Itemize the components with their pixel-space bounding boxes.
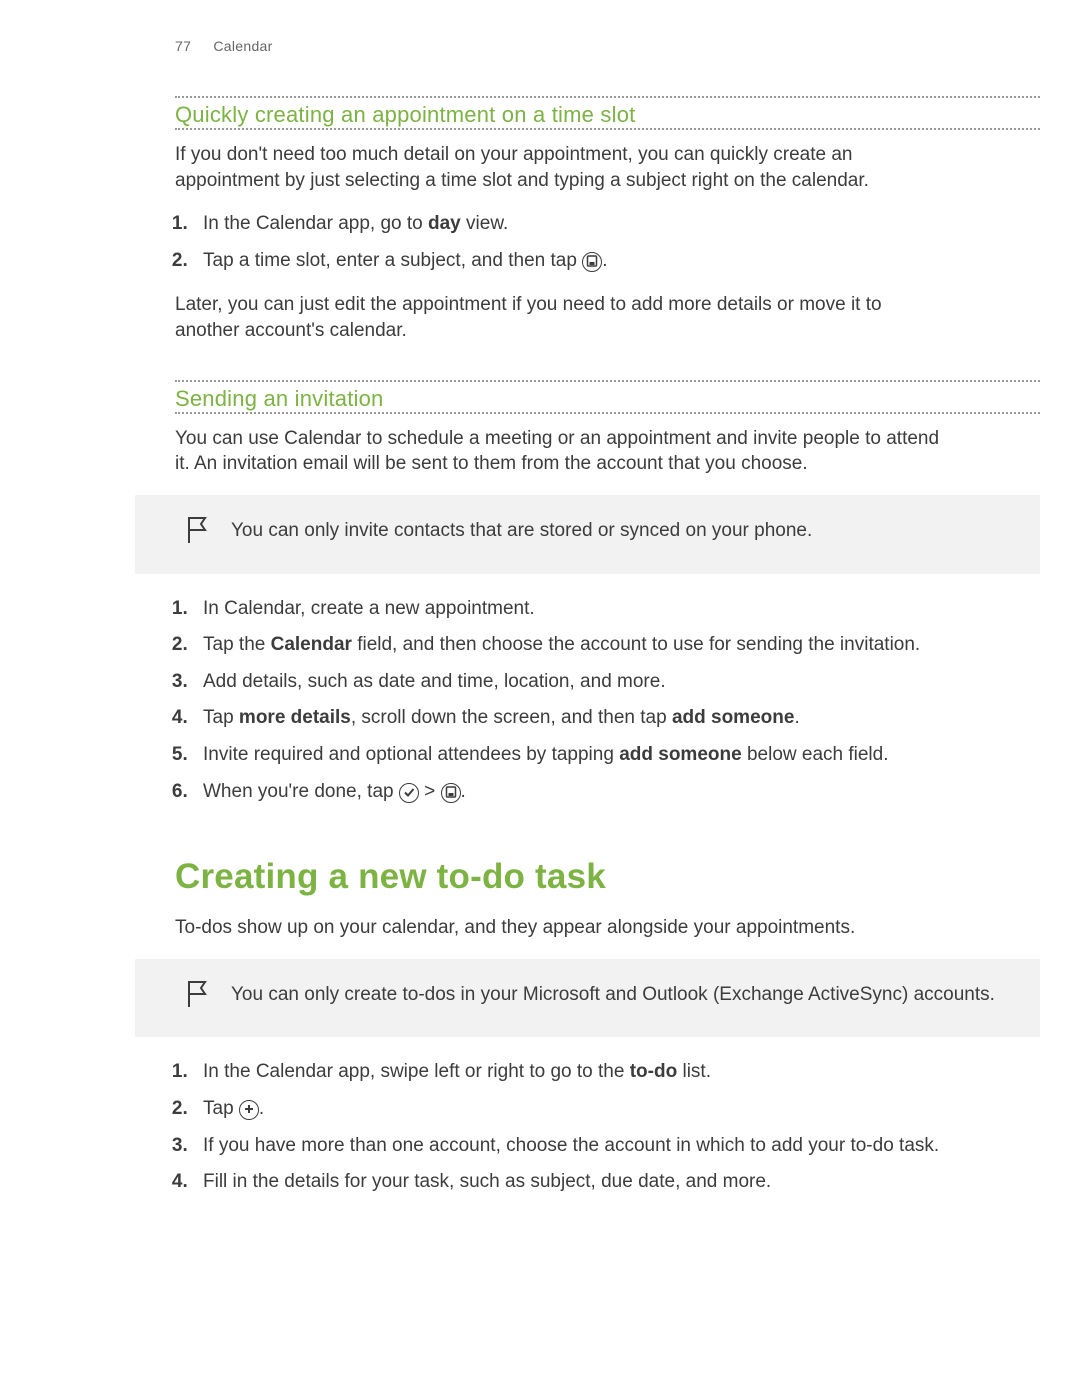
plus-icon bbox=[239, 1100, 259, 1120]
header-section-label: Calendar bbox=[213, 38, 272, 54]
section3-intro: To-dos show up on your calendar, and the… bbox=[175, 915, 945, 941]
list-item: Tap . bbox=[193, 1096, 945, 1123]
note-box: You can only create to-dos in your Micro… bbox=[135, 959, 1040, 1038]
step-text: In the Calendar app, go to bbox=[203, 213, 428, 234]
step-text: , scroll down the screen, and then tap bbox=[351, 707, 672, 728]
flag-icon bbox=[185, 979, 211, 1018]
save-icon bbox=[582, 252, 602, 272]
list-item: Tap more details, scroll down the screen… bbox=[193, 705, 945, 732]
step-text: > bbox=[419, 781, 441, 802]
step-text: . bbox=[794, 707, 799, 728]
check-icon bbox=[399, 783, 419, 803]
list-item: In the Calendar app, go to day view. bbox=[193, 211, 945, 238]
save-icon bbox=[441, 783, 461, 803]
flag-icon bbox=[185, 515, 211, 554]
bold-text: Calendar bbox=[271, 634, 352, 655]
divider bbox=[175, 128, 1040, 130]
step-text: Fill in the details for your task, such … bbox=[203, 1171, 771, 1192]
list-item: Add details, such as date and time, loca… bbox=[193, 669, 945, 696]
step-text: below each field. bbox=[742, 744, 889, 765]
step-text: Tap the bbox=[203, 634, 271, 655]
section1-outro: Later, you can just edit the appointment… bbox=[175, 292, 945, 343]
section3-steps: In the Calendar app, swipe left or right… bbox=[193, 1059, 945, 1195]
note-box: You can only invite contacts that are st… bbox=[135, 495, 1040, 574]
page-number: 77 bbox=[175, 38, 191, 54]
list-item: Fill in the details for your task, such … bbox=[193, 1169, 945, 1196]
step-text: field, and then choose the account to us… bbox=[352, 634, 920, 655]
bold-text: more details bbox=[239, 707, 351, 728]
page-header: 77 Calendar bbox=[175, 38, 945, 54]
list-item: When you're done, tap > . bbox=[193, 779, 945, 806]
note-text: You can only invite contacts that are st… bbox=[231, 515, 1000, 545]
section2-steps: In Calendar, create a new appointment. T… bbox=[193, 596, 945, 806]
section2-intro: You can use Calendar to schedule a meeti… bbox=[175, 426, 945, 477]
list-item: Tap a time slot, enter a subject, and th… bbox=[193, 248, 945, 275]
divider bbox=[175, 380, 1040, 382]
step-text: . bbox=[461, 781, 466, 802]
list-item: In Calendar, create a new appointment. bbox=[193, 596, 945, 623]
list-item: Tap the Calendar field, and then choose … bbox=[193, 632, 945, 659]
section1-intro: If you don't need too much detail on you… bbox=[175, 142, 945, 193]
step-text: In Calendar, create a new appointment. bbox=[203, 598, 535, 619]
list-item: If you have more than one account, choos… bbox=[193, 1133, 945, 1160]
step-text: . bbox=[602, 250, 607, 271]
bold-text: day bbox=[428, 213, 461, 234]
section-heading-creating-todo: Creating a new to-do task bbox=[175, 857, 945, 897]
list-item: In the Calendar app, swipe left or right… bbox=[193, 1059, 945, 1086]
bold-text: add someone bbox=[619, 744, 741, 765]
note-text: You can only create to-dos in your Micro… bbox=[231, 979, 1000, 1009]
step-text: If you have more than one account, choos… bbox=[203, 1135, 939, 1156]
bold-text: to-do bbox=[630, 1061, 677, 1082]
step-text: In the Calendar app, swipe left or right… bbox=[203, 1061, 630, 1082]
step-text: Add details, such as date and time, loca… bbox=[203, 671, 666, 692]
divider bbox=[175, 412, 1040, 414]
list-item: Invite required and optional attendees b… bbox=[193, 742, 945, 769]
divider bbox=[175, 96, 1040, 98]
step-text: view. bbox=[461, 213, 509, 234]
section1-steps: In the Calendar app, go to day view. Tap… bbox=[193, 211, 945, 274]
section-heading-sending-invitation: Sending an invitation bbox=[175, 386, 945, 412]
step-text: list. bbox=[677, 1061, 711, 1082]
step-text: . bbox=[259, 1098, 264, 1119]
step-text: When you're done, tap bbox=[203, 781, 399, 802]
document-page: 77 Calendar Quickly creating an appointm… bbox=[0, 0, 1080, 1196]
section-heading-quickly-creating: Quickly creating an appointment on a tim… bbox=[175, 102, 945, 128]
step-text: Tap bbox=[203, 707, 239, 728]
bold-text: add someone bbox=[672, 707, 794, 728]
step-text: Tap bbox=[203, 1098, 239, 1119]
step-text: Tap a time slot, enter a subject, and th… bbox=[203, 250, 582, 271]
step-text: Invite required and optional attendees b… bbox=[203, 744, 619, 765]
